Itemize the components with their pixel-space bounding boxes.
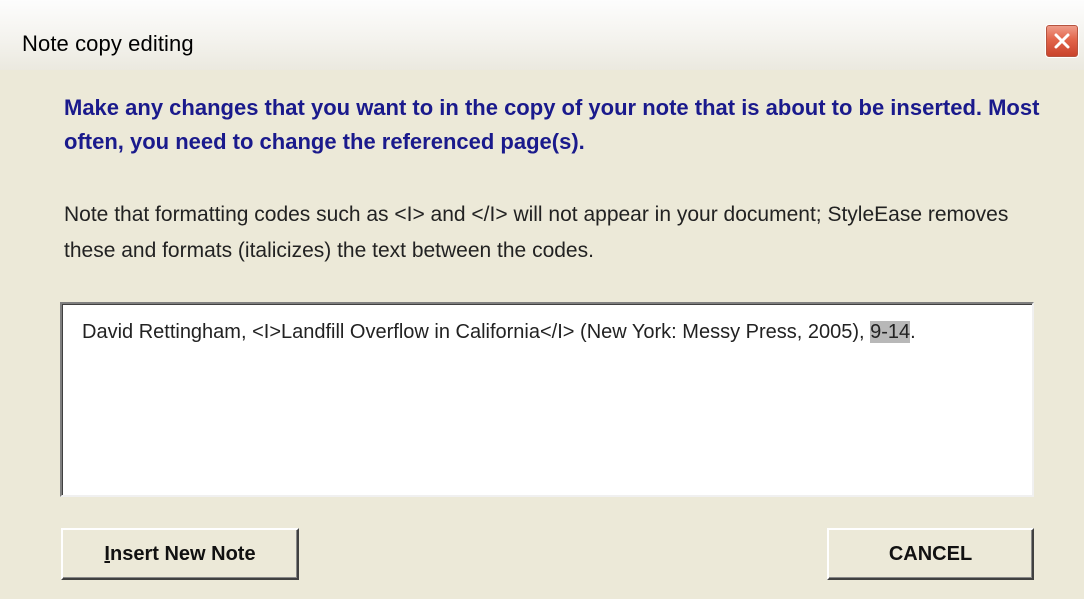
- insert-new-note-button[interactable]: Insert New Note: [61, 528, 299, 580]
- cancel-button[interactable]: CANCEL: [827, 528, 1034, 580]
- insert-button-label: nsert New Note: [109, 542, 256, 565]
- note-text-after: .: [910, 321, 916, 343]
- close-icon: [1054, 33, 1070, 49]
- note-text-editor[interactable]: David Rettingham, <I>Landfill Overflow i…: [60, 302, 1034, 497]
- note-text-before: David Rettingham, <I>Landfill Overflow i…: [82, 321, 871, 343]
- title-bar: Note copy editing: [0, 0, 1084, 70]
- selected-page-range: 9-14: [870, 321, 911, 343]
- note-text-content[interactable]: David Rettingham, <I>Landfill Overflow i…: [82, 316, 1012, 348]
- close-button[interactable]: [1045, 24, 1079, 58]
- note-copy-editing-dialog: Note copy editing Make any changes that …: [0, 0, 1084, 599]
- formatting-codes-note: Note that formatting codes such as <I> a…: [64, 203, 1009, 262]
- window-title: Note copy editing: [22, 31, 194, 56]
- instruction-heading: Make any changes that you want to in the…: [64, 95, 1040, 154]
